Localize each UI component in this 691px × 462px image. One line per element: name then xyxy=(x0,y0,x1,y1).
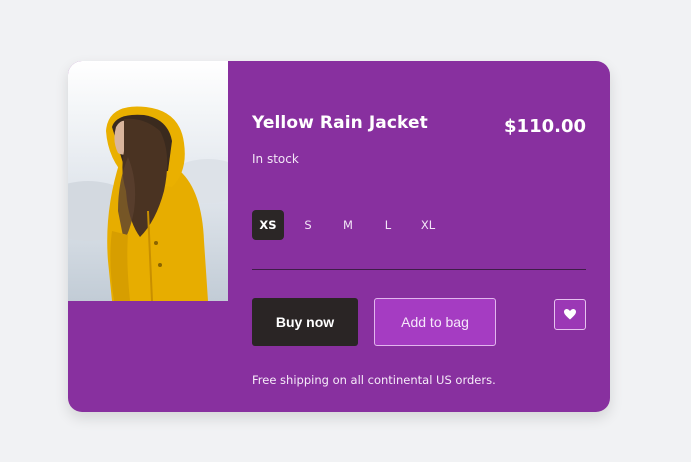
size-option-s[interactable]: S xyxy=(292,210,324,240)
size-option-xl[interactable]: XL xyxy=(412,210,444,240)
product-title: Yellow Rain Jacket xyxy=(252,113,428,133)
divider xyxy=(252,269,586,270)
size-option-xs[interactable]: XS xyxy=(252,210,284,240)
heart-icon xyxy=(564,309,576,320)
stock-status: In stock xyxy=(252,152,299,166)
size-option-l[interactable]: L xyxy=(372,210,404,240)
size-option-m[interactable]: M xyxy=(332,210,364,240)
size-selector: XS S M L XL xyxy=(252,210,444,240)
add-to-bag-button[interactable]: Add to bag xyxy=(374,298,496,346)
favorite-button[interactable] xyxy=(554,299,586,330)
product-image xyxy=(68,61,228,301)
product-price: $110.00 xyxy=(504,116,586,137)
product-card: Yellow Rain Jacket $110.00 In stock XS S… xyxy=(68,61,610,412)
product-details: Yellow Rain Jacket $110.00 In stock XS S… xyxy=(252,61,586,412)
buy-now-button[interactable]: Buy now xyxy=(252,298,358,346)
shipping-note: Free shipping on all continental US orde… xyxy=(252,373,496,387)
